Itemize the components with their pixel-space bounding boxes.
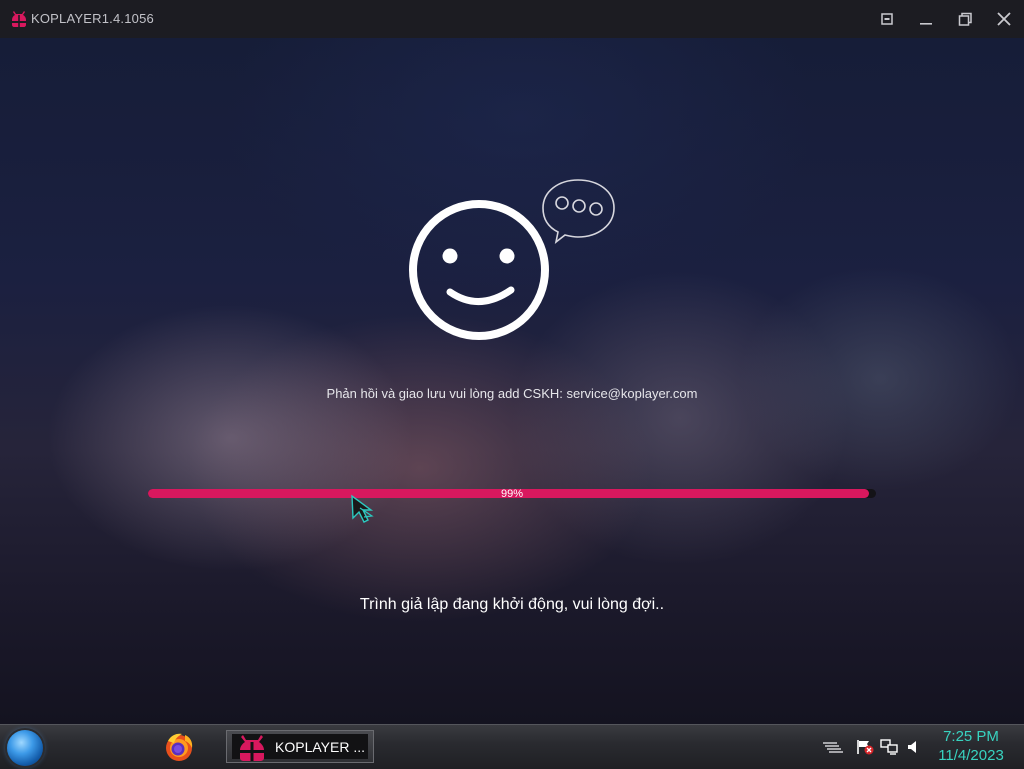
taskbar-item-koplayer[interactable]: KOPLAYER ... — [226, 730, 374, 763]
restore-icon[interactable] — [955, 9, 975, 29]
close-icon[interactable] — [994, 9, 1014, 29]
feedback-contact-text: Phản hồi và giao lưu vui lòng add CSKH: … — [326, 386, 698, 401]
taskbar-item-label: KOPLAYER ... — [275, 739, 365, 755]
koplayer-logo-icon — [11, 10, 27, 28]
screen-icon[interactable] — [877, 9, 897, 29]
firefox-icon[interactable] — [163, 731, 195, 763]
minimize-icon[interactable] — [916, 9, 936, 29]
koplayer-task-icon — [240, 735, 264, 761]
mouse-cursor-icon — [351, 494, 374, 523]
tray-action-center-icon[interactable] — [856, 739, 874, 755]
start-orb-icon[interactable] — [7, 730, 43, 766]
window-title: KOPLAYER1.4.1056 — [31, 11, 154, 26]
smiley-chat-icon — [409, 179, 615, 340]
clock-date[interactable]: 11/4/2023 — [930, 747, 1012, 764]
taskbar: KOPLAYER ... 7:25 PM 11/4/2023 — [0, 724, 1024, 769]
tray-volume-icon[interactable] — [906, 739, 920, 755]
tray-keyboard-icon[interactable] — [822, 739, 844, 755]
progress-percent: 99% — [500, 488, 524, 500]
tray-network-icon[interactable] — [880, 739, 898, 755]
title-bar: KOPLAYER1.4.1056 — [0, 0, 1024, 38]
loading-status-text: Trình giả lập đang khởi động, vui lòng đ… — [359, 596, 665, 613]
clock-time[interactable]: 7:25 PM — [930, 728, 1012, 745]
loading-screen: Phản hồi và giao lưu vui lòng add CSKH: … — [0, 38, 1024, 724]
